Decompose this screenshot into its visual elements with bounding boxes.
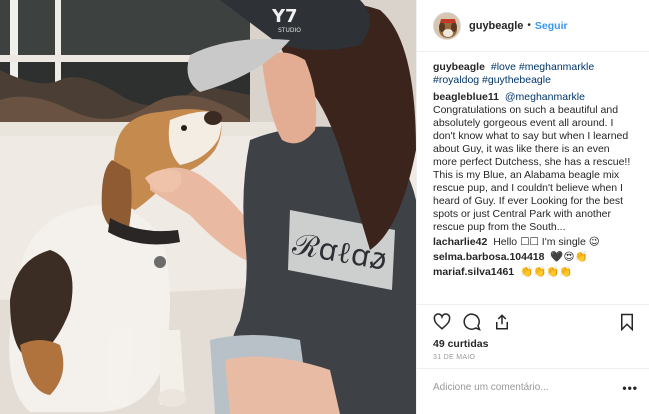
comment-input[interactable] <box>433 382 623 393</box>
comment-username-link[interactable]: lacharlie42 <box>433 236 487 248</box>
list-item: beagleblue11 @meghanmarkle Congratulatio… <box>433 91 635 234</box>
list-item: mariaf.silva1461 👏👏👏👏 <box>433 266 635 279</box>
avatar-image <box>434 12 460 39</box>
list-item: lacharlie42 Hello ☐☐ I'm single 😉 <box>433 236 635 249</box>
comment-username-link[interactable]: beagleblue11 <box>433 91 499 103</box>
comment-text: Congratulations on such a beautiful and … <box>433 104 631 233</box>
post-photo[interactable]: ℛꭤℓꭤꬿ Y7 STUDIO <box>0 0 416 414</box>
comment-icon[interactable] <box>461 311 483 333</box>
photo-illustration: ℛꭤℓꭤꬿ Y7 STUDIO <box>0 0 416 414</box>
post-side-panel: guybeagle • Seguir guybeagle #love #megh… <box>416 0 649 414</box>
cap-logo: Y7 <box>271 6 298 27</box>
comment-text: 🖤😍👏 <box>550 251 588 263</box>
follow-button[interactable]: Seguir <box>535 20 568 32</box>
bookmark-icon[interactable] <box>616 311 638 333</box>
list-item: selma.barbosa.104418 🖤😍👏 <box>433 251 635 264</box>
caption: guybeagle #love #meghanmarkle #royaldog … <box>433 61 635 87</box>
likes-count[interactable]: 49 curtidas <box>433 338 488 350</box>
caption-username-link[interactable]: guybeagle <box>433 61 485 73</box>
add-comment-bar: ••• <box>417 368 649 406</box>
comment-text: Hello ☐☐ I'm single 😉 <box>493 236 600 248</box>
more-options-button[interactable]: ••• <box>622 381 638 395</box>
post-header: guybeagle • Seguir <box>417 0 649 52</box>
comment-mention-link[interactable]: @meghanmarkle <box>505 91 585 103</box>
post-date[interactable]: 31 DE MAIO <box>433 354 475 361</box>
comment-username-link[interactable]: selma.barbosa.104418 <box>433 251 545 263</box>
comment-text: 👏👏👏👏 <box>520 266 573 278</box>
comment-username-link[interactable]: mariaf.silva1461 <box>433 266 514 278</box>
heart-icon[interactable] <box>431 311 453 333</box>
header-separator: • <box>527 20 531 31</box>
instagram-post: ℛꭤℓꭤꬿ Y7 STUDIO guybeagle • Seguir guybe… <box>0 0 649 414</box>
comments-list[interactable]: guybeagle #love #meghanmarkle #royaldog … <box>417 52 649 307</box>
header-username-link[interactable]: guybeagle <box>469 20 523 32</box>
action-bar <box>417 304 649 338</box>
cap-logo-sub: STUDIO <box>278 27 301 34</box>
share-icon[interactable] <box>491 311 513 333</box>
avatar[interactable] <box>433 11 461 40</box>
